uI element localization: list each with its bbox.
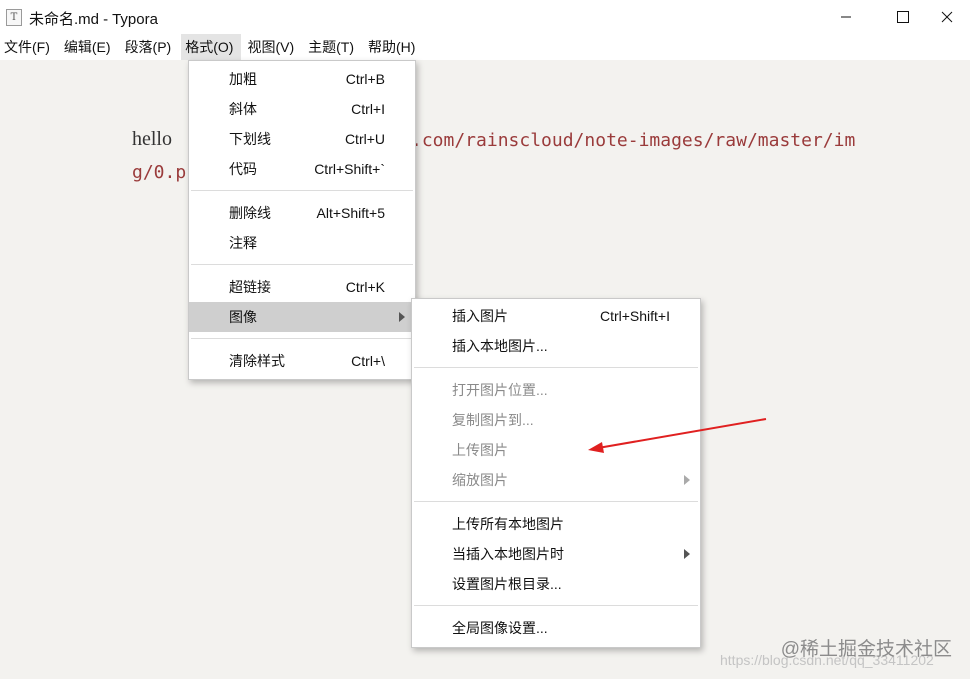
menu-separator	[191, 338, 413, 339]
editor-image-url-line1: .com/rainscloud/note-images/raw/master/i…	[411, 130, 856, 151]
menu-item-insert-local-image[interactable]: 插入本地图片...	[412, 331, 700, 361]
menu-item-label: 缩放图片	[452, 472, 508, 488]
menu-item-label: 删除线	[229, 205, 271, 221]
menu-item-label: 斜体	[229, 101, 257, 117]
menu-separator	[191, 190, 413, 191]
menu-item-underline[interactable]: 下划线 Ctrl+U	[189, 124, 415, 154]
editor-image-url-line2: g/0.p	[132, 162, 187, 183]
submenu-arrow-icon	[399, 312, 405, 322]
menu-item-image[interactable]: 图像	[189, 302, 415, 332]
menu-item-bold[interactable]: 加粗 Ctrl+B	[189, 64, 415, 94]
minimize-icon	[841, 16, 851, 18]
menu-view[interactable]: 视图(V)	[243, 34, 302, 60]
menu-item-shortcut: Ctrl+K	[345, 279, 385, 295]
menu-item-label: 清除样式	[229, 353, 285, 369]
menu-item-clear-format[interactable]: 清除样式 Ctrl+\	[189, 346, 415, 376]
menu-item-insert-image[interactable]: 插入图片 Ctrl+Shift+I	[412, 301, 700, 331]
menu-separator	[414, 501, 698, 502]
menu-item-shortcut: Ctrl+Shift+`	[314, 161, 385, 177]
format-menu: 加粗 Ctrl+B 斜体 Ctrl+I 下划线 Ctrl+U 代码 Ctrl+S…	[188, 60, 416, 380]
menu-item-label: 插入图片	[452, 308, 508, 324]
menu-item-label: 上传图片	[452, 442, 508, 458]
menu-item-global-image-settings[interactable]: 全局图像设置...	[412, 613, 700, 643]
close-button[interactable]	[924, 0, 970, 34]
menu-item-shortcut: Alt+Shift+5	[316, 205, 386, 221]
minimize-button[interactable]	[823, 0, 869, 34]
menu-item-zoom-image: 缩放图片	[412, 465, 700, 495]
submenu-arrow-icon	[684, 475, 690, 485]
menu-edit[interactable]: 编辑(E)	[60, 34, 119, 60]
menu-item-label: 插入本地图片...	[452, 338, 548, 354]
title-bar: T 未命名.md - Typora	[0, 0, 970, 34]
menu-theme[interactable]: 主题(T)	[304, 34, 362, 60]
menu-item-label: 全局图像设置...	[452, 620, 548, 636]
menu-item-label: 代码	[229, 161, 257, 177]
menu-item-upload-all-local-images[interactable]: 上传所有本地图片	[412, 509, 700, 539]
menu-item-strikethrough[interactable]: 删除线 Alt+Shift+5	[189, 198, 415, 228]
menu-paragraph[interactable]: 段落(P)	[121, 34, 180, 60]
menu-item-italic[interactable]: 斜体 Ctrl+I	[189, 94, 415, 124]
image-submenu: 插入图片 Ctrl+Shift+I 插入本地图片... 打开图片位置... 复制…	[411, 298, 701, 648]
menu-help[interactable]: 帮助(H)	[364, 34, 423, 60]
window-title: 未命名.md - Typora	[29, 11, 158, 28]
menu-item-shortcut: Ctrl+I	[351, 101, 385, 117]
menu-item-shortcut: Ctrl+\	[351, 353, 385, 369]
menu-item-shortcut: Ctrl+B	[345, 71, 385, 87]
menu-item-label: 加粗	[229, 71, 257, 87]
menu-file[interactable]: 文件(F)	[0, 34, 58, 60]
watermark-text: @稀土掘金技术社区	[780, 639, 952, 660]
menu-separator	[414, 367, 698, 368]
menu-separator	[414, 605, 698, 606]
menu-item-set-image-root[interactable]: 设置图片根目录...	[412, 569, 700, 599]
menu-item-label: 打开图片位置...	[452, 382, 548, 398]
menu-item-label: 设置图片根目录...	[452, 576, 562, 592]
menu-item-shortcut: Ctrl+Shift+I	[599, 308, 670, 324]
editor-text-hello: hello	[132, 128, 172, 150]
menu-item-shortcut: Ctrl+U	[344, 131, 385, 147]
typora-app-icon: T	[6, 9, 22, 26]
menu-item-open-image-location: 打开图片位置...	[412, 375, 700, 405]
submenu-arrow-icon	[684, 549, 690, 559]
menu-item-code[interactable]: 代码 Ctrl+Shift+`	[189, 154, 415, 184]
menu-item-hyperlink[interactable]: 超链接 Ctrl+K	[189, 272, 415, 302]
menu-item-label: 注释	[229, 235, 257, 251]
menu-bar: 文件(F) 编辑(E) 段落(P) 格式(O) 视图(V) 主题(T) 帮助(H…	[0, 34, 970, 60]
menu-item-when-insert-local-image[interactable]: 当插入本地图片时	[412, 539, 700, 569]
close-icon	[941, 11, 953, 23]
menu-item-label: 下划线	[229, 131, 271, 147]
menu-item-label: 上传所有本地图片	[452, 516, 564, 532]
annotation-arrow-icon	[588, 418, 767, 453]
menu-item-label: 超链接	[229, 279, 271, 295]
menu-item-label: 当插入本地图片时	[452, 546, 564, 562]
maximize-icon	[897, 11, 909, 23]
menu-item-comment[interactable]: 注释	[189, 228, 415, 258]
menu-separator	[191, 264, 413, 265]
menu-format[interactable]: 格式(O)	[181, 34, 242, 60]
maximize-button[interactable]	[880, 0, 926, 34]
menu-item-label: 图像	[229, 309, 257, 325]
menu-item-label: 复制图片到...	[452, 412, 534, 428]
